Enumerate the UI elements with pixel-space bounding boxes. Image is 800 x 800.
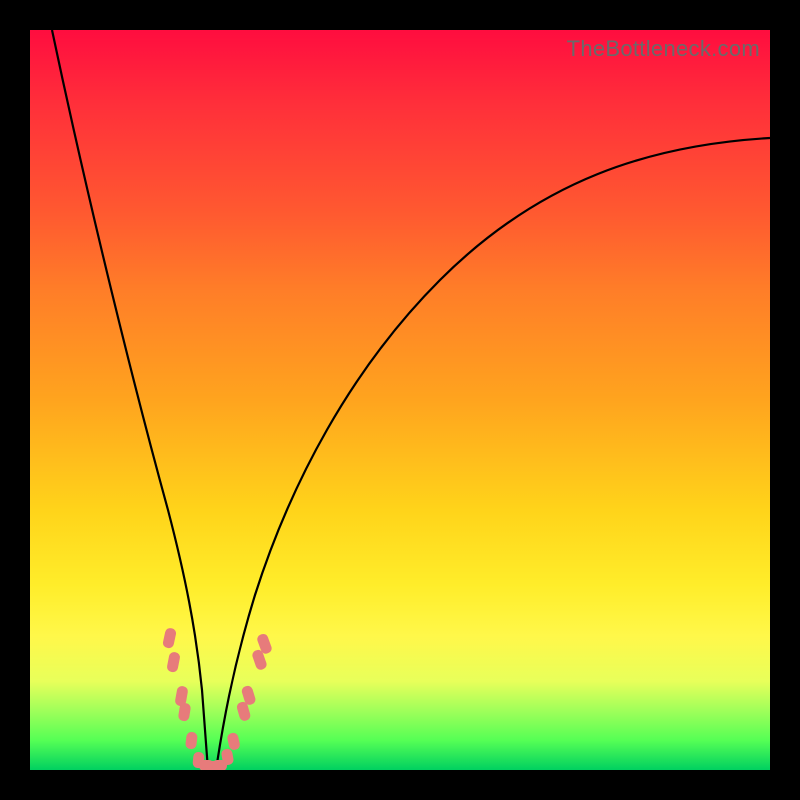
marker-bead bbox=[178, 702, 192, 721]
marker-bead bbox=[192, 752, 204, 769]
marker-bead bbox=[226, 732, 241, 751]
chart-frame: TheBottleneck.com bbox=[0, 0, 800, 800]
marker-bead bbox=[205, 761, 220, 770]
marker-bead bbox=[221, 748, 235, 766]
marker-bead bbox=[241, 685, 257, 706]
marker-bead bbox=[166, 651, 181, 673]
marker-bead bbox=[174, 685, 188, 707]
curve-left-branch bbox=[52, 30, 208, 770]
marker-bead bbox=[212, 760, 227, 770]
curve-right-branch bbox=[216, 138, 770, 770]
curve-floor bbox=[205, 768, 218, 769]
curve-layer bbox=[30, 30, 770, 770]
watermark-text: TheBottleneck.com bbox=[567, 36, 760, 62]
marker-bead bbox=[256, 633, 273, 656]
plot-area: TheBottleneck.com bbox=[30, 30, 770, 770]
markers bbox=[162, 627, 273, 770]
marker-bead bbox=[162, 627, 177, 649]
marker-bead bbox=[199, 760, 214, 770]
marker-bead bbox=[236, 701, 252, 722]
marker-bead bbox=[251, 649, 268, 671]
marker-bead bbox=[185, 731, 198, 749]
